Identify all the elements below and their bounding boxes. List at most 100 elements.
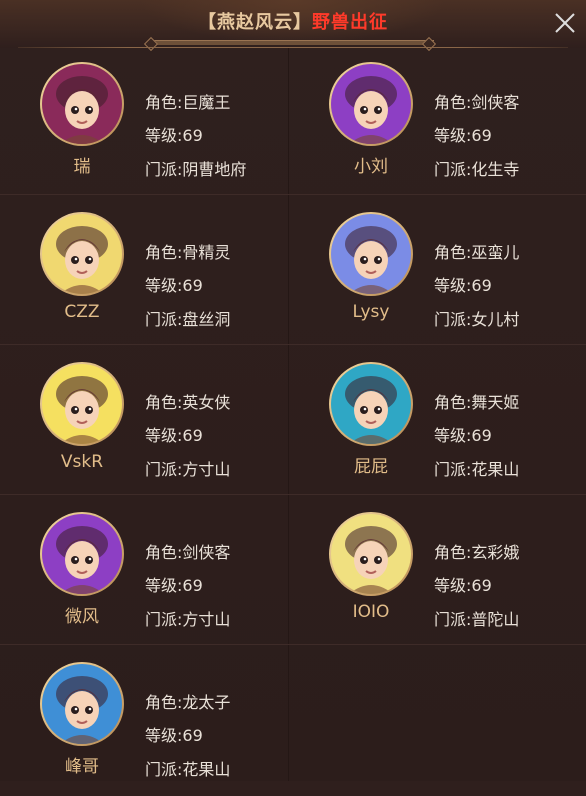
avatar [331, 214, 411, 294]
avatar [42, 214, 122, 294]
school-row: 门派:方寸山 [145, 456, 230, 480]
school-row: 门派:女儿村 [434, 306, 519, 330]
school-label: 门派: [434, 610, 472, 629]
player-name: IOIO [352, 602, 390, 622]
level-row: 等级:69 [145, 722, 203, 746]
player-name: CZZ [64, 302, 100, 322]
school-value: 化生寺 [471, 160, 520, 179]
school-label: 门派: [145, 460, 183, 479]
school-label: 门派: [145, 760, 183, 779]
level-row: 等级:69 [434, 122, 492, 146]
level-value: 69 [471, 276, 492, 295]
avatar [331, 364, 411, 444]
role-label: 角色: [434, 243, 472, 262]
role-value: 巨魔王 [182, 93, 231, 112]
avatar-frame [40, 62, 124, 146]
school-label: 门派: [434, 310, 472, 329]
role-value: 剑侠客 [182, 543, 231, 562]
role-value: 舞天姬 [471, 393, 520, 412]
school-value: 方寸山 [182, 460, 231, 479]
player-card[interactable]: 屁屁 角色:舞天姬 等级:69 门派:花果山 [291, 346, 579, 496]
level-label: 等级: [434, 576, 472, 595]
player-name: 微风 [65, 607, 99, 627]
avatar [331, 64, 411, 144]
role-value: 玄彩娥 [471, 543, 520, 562]
avatar-frame [329, 62, 413, 146]
school-row: 门派:化生寺 [434, 156, 519, 180]
level-row: 等级:69 [434, 272, 492, 296]
school-label: 门派: [434, 460, 472, 479]
player-card[interactable]: 瑞 角色:巨魔王 等级:69 门派:阴曹地府 [2, 46, 290, 196]
school-value: 花果山 [182, 760, 231, 779]
avatar [42, 514, 122, 594]
role-row: 角色:骨精灵 [145, 239, 230, 263]
role-row: 角色:剑侠客 [145, 539, 230, 563]
school-row: 门派:阴曹地府 [145, 156, 246, 180]
level-row: 等级:69 [145, 422, 203, 446]
level-value: 69 [471, 126, 492, 145]
title-group-name: 【燕赵风云】 [198, 12, 312, 33]
title-event-name: 野兽出征 [312, 12, 388, 33]
role-label: 角色: [434, 393, 472, 412]
school-label: 门派: [434, 160, 472, 179]
role-label: 角色: [145, 93, 183, 112]
level-row: 等级:69 [145, 572, 203, 596]
role-label: 角色: [434, 543, 472, 562]
player-card[interactable]: 微风 角色:剑侠客 等级:69 门派:方寸山 [2, 496, 290, 646]
school-row: 门派:方寸山 [145, 606, 230, 630]
panel-title: 【燕赵风云】野兽出征 [0, 8, 586, 34]
school-value: 阴曹地府 [182, 160, 247, 179]
level-label: 等级: [145, 576, 183, 595]
player-card[interactable]: 峰哥 角色:龙太子 等级:69 门派:花果山 [2, 646, 290, 796]
level-value: 69 [471, 426, 492, 445]
close-icon[interactable] [554, 12, 576, 34]
avatar [42, 364, 122, 444]
player-card[interactable]: Lysy 角色:巫蛮儿 等级:69 门派:女儿村 [291, 196, 579, 346]
role-value: 英女侠 [182, 393, 231, 412]
role-row: 角色:英女侠 [145, 389, 230, 413]
avatar-frame [40, 662, 124, 746]
level-label: 等级: [145, 276, 183, 295]
player-card[interactable]: IOIO 角色:玄彩娥 等级:69 门派:普陀山 [291, 496, 579, 646]
level-value: 69 [182, 126, 203, 145]
player-name: VskR [60, 452, 104, 472]
player-name: 小刘 [354, 157, 388, 177]
level-label: 等级: [434, 126, 472, 145]
level-value: 69 [182, 576, 203, 595]
player-name: 瑞 [73, 157, 91, 177]
school-value: 花果山 [471, 460, 520, 479]
player-card[interactable]: CZZ 角色:骨精灵 等级:69 门派:盘丝洞 [2, 196, 290, 346]
level-value: 69 [471, 576, 492, 595]
avatar-frame [329, 212, 413, 296]
level-row: 等级:69 [145, 122, 203, 146]
school-label: 门派: [145, 160, 183, 179]
header-ornament-bar [152, 40, 434, 45]
role-value: 龙太子 [182, 693, 231, 712]
role-row: 角色:玄彩娥 [434, 539, 519, 563]
player-name: Lysy [352, 302, 390, 322]
role-row: 角色:舞天姬 [434, 389, 519, 413]
role-row: 角色:巫蛮儿 [434, 239, 519, 263]
level-label: 等级: [145, 426, 183, 445]
level-value: 69 [182, 426, 203, 445]
school-row: 门派:盘丝洞 [145, 306, 230, 330]
level-row: 等级:69 [434, 422, 492, 446]
player-card[interactable]: 小刘 角色:剑侠客 等级:69 门派:化生寺 [291, 46, 579, 196]
avatar [42, 664, 122, 744]
player-card[interactable]: VskR 角色:英女侠 等级:69 门派:方寸山 [2, 346, 290, 496]
role-value: 骨精灵 [182, 243, 231, 262]
avatar-frame [329, 512, 413, 596]
avatar [331, 514, 411, 594]
school-row: 门派:花果山 [145, 756, 230, 780]
avatar [42, 64, 122, 144]
school-label: 门派: [145, 610, 183, 629]
player-name: 峰哥 [65, 757, 99, 777]
role-value: 巫蛮儿 [471, 243, 520, 262]
school-value: 盘丝洞 [182, 310, 231, 329]
role-value: 剑侠客 [471, 93, 520, 112]
level-label: 等级: [145, 726, 183, 745]
school-value: 普陀山 [471, 610, 520, 629]
school-row: 门派:花果山 [434, 456, 519, 480]
level-label: 等级: [434, 426, 472, 445]
level-value: 69 [182, 726, 203, 745]
